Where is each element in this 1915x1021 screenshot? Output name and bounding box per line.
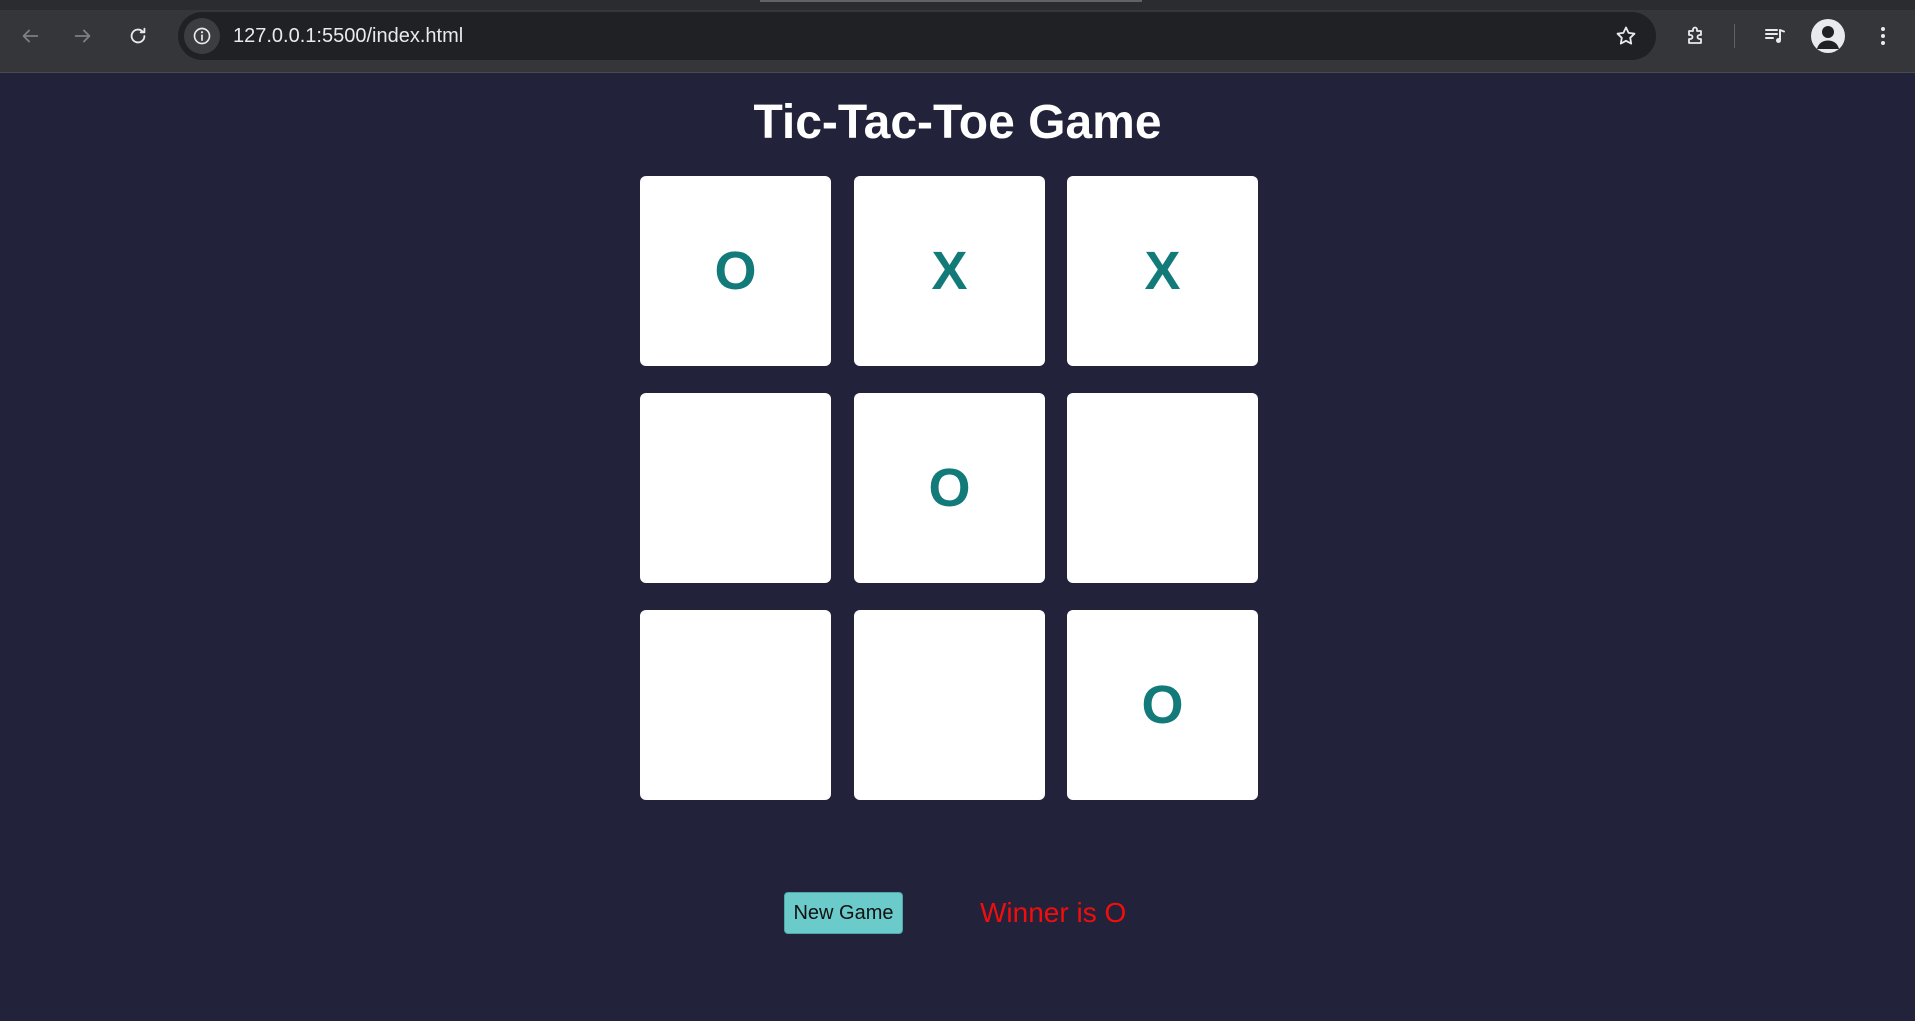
reload-icon: [130, 27, 146, 44]
winner-message: Winner is O: [980, 897, 1127, 928]
board-cell-5[interactable]: O: [854, 393, 1045, 583]
browser-menu-button[interactable]: [1865, 18, 1901, 54]
media-controls-icon: [1765, 29, 1785, 43]
game-controls: New Game Winner is O: [0, 892, 1915, 934]
board-cell-9[interactable]: O: [1067, 610, 1258, 800]
media-controls-button[interactable]: [1757, 18, 1793, 54]
toolbar-separator: [1734, 24, 1735, 48]
star-icon: [1616, 26, 1636, 45]
page-content: Tic-Tac-Toe Game O X X O O New Game Winn…: [0, 73, 1915, 1021]
board-cell-1[interactable]: O: [640, 176, 831, 366]
info-icon: [193, 27, 211, 45]
arrow-left-icon: [22, 29, 39, 43]
reload-button[interactable]: [120, 18, 156, 54]
kebab-menu-icon: [1881, 27, 1885, 45]
board-cell-4[interactable]: [640, 393, 831, 583]
site-info-button[interactable]: [184, 18, 220, 54]
board-cell-7[interactable]: [640, 610, 831, 800]
new-game-button[interactable]: New Game: [784, 892, 903, 934]
game-board: O X X O O: [640, 176, 1260, 802]
puzzle-icon: [1688, 26, 1702, 44]
board-cell-2[interactable]: X: [854, 176, 1045, 366]
browser-toolbar: 127.0.0.1:5500/index.html: [0, 0, 1915, 73]
person-icon: [1817, 26, 1839, 49]
back-button[interactable]: [12, 18, 48, 54]
board-cell-8[interactable]: [854, 610, 1045, 800]
tab-strip: [0, 0, 1915, 10]
board-cell-3[interactable]: X: [1067, 176, 1258, 366]
board-cell-6[interactable]: [1067, 393, 1258, 583]
bookmark-button[interactable]: [1608, 18, 1644, 54]
profile-button[interactable]: [1811, 19, 1845, 53]
extensions-button[interactable]: [1678, 18, 1714, 54]
address-bar[interactable]: 127.0.0.1:5500/index.html: [178, 12, 1656, 60]
active-tab-indicator: [760, 0, 1142, 2]
forward-button[interactable]: [65, 18, 101, 54]
url-text[interactable]: 127.0.0.1:5500/index.html: [233, 12, 463, 60]
arrow-right-icon: [74, 29, 91, 43]
page-title: Tic-Tac-Toe Game: [753, 96, 1162, 149]
